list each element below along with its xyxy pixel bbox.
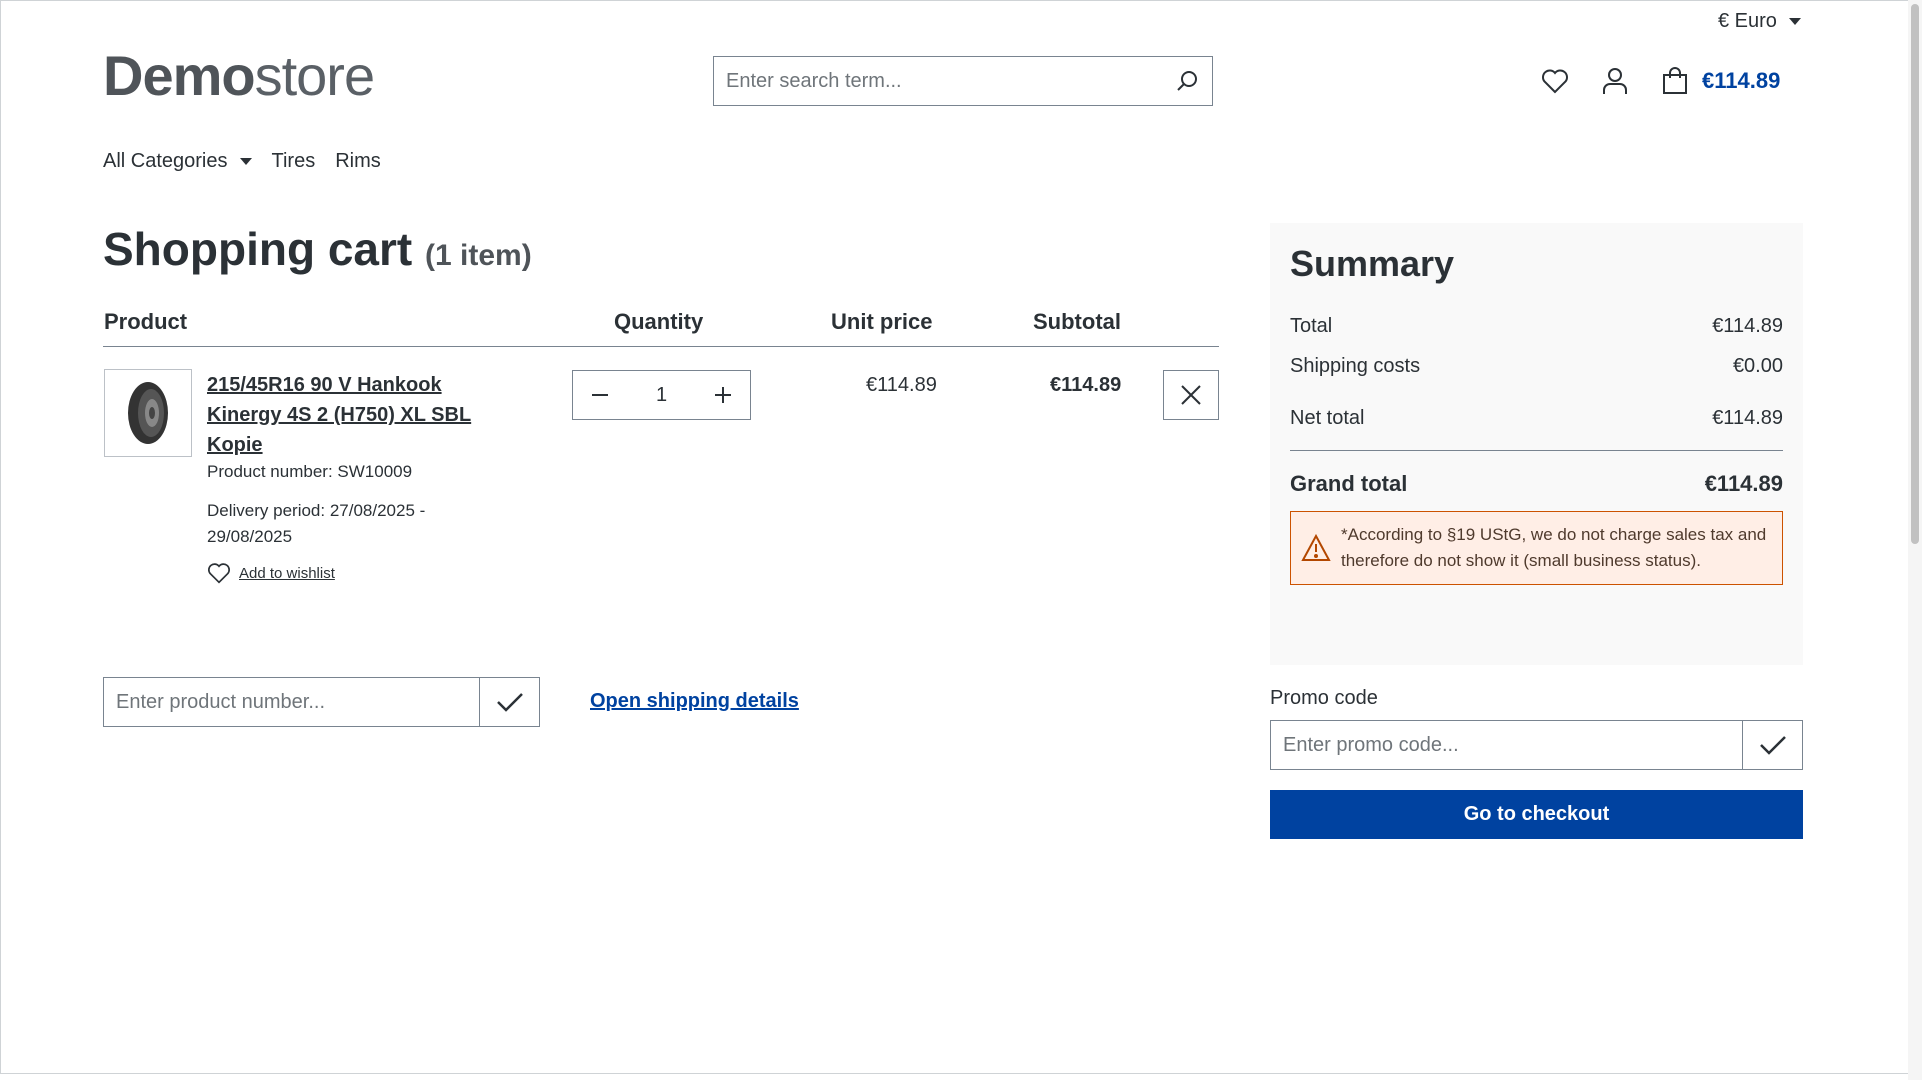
apply-promo-button[interactable] xyxy=(1742,721,1802,769)
cart-button[interactable] xyxy=(1660,66,1690,96)
promo-code-form xyxy=(1270,720,1803,770)
nav-all-categories[interactable]: All Categories xyxy=(103,150,252,173)
checkmark-icon xyxy=(1759,736,1786,755)
product-number: Product number: SW10009 xyxy=(207,462,413,481)
summary-shipping-row: Shipping costs €0.00 xyxy=(1290,355,1783,378)
summary-panel: Summary Total €114.89 Shipping costs €0.… xyxy=(1270,223,1803,665)
shopping-bag-icon xyxy=(1663,67,1687,94)
search-icon xyxy=(1177,71,1197,91)
search-box xyxy=(713,56,1213,106)
caret-down-icon xyxy=(239,158,252,165)
column-product: Product xyxy=(104,309,188,334)
product-number-input[interactable] xyxy=(104,678,479,726)
remove-item-button[interactable] xyxy=(1163,370,1219,420)
go-to-checkout-button[interactable]: Go to checkout xyxy=(1270,790,1803,839)
quantity-stepper xyxy=(572,370,751,420)
total-label: Total xyxy=(1290,315,1333,337)
summary-total-row: Total €114.89 xyxy=(1290,315,1783,338)
grand-total-value: €114.89 xyxy=(1704,471,1783,496)
heart-icon xyxy=(1542,69,1568,94)
tax-notice: *According to §19 UStG, we do not charge… xyxy=(1290,511,1783,585)
open-shipping-details-link[interactable]: Open shipping details xyxy=(590,690,799,713)
heart-icon xyxy=(208,563,230,584)
page-scrollbar[interactable] xyxy=(1908,0,1922,1080)
nav-rims[interactable]: Rims xyxy=(335,150,381,173)
summary-net-row: Net total €114.89 xyxy=(1290,407,1783,430)
summary-title: Summary xyxy=(1290,243,1455,284)
line-subtotal: €114.89 xyxy=(1050,374,1122,396)
product-image[interactable] xyxy=(104,369,192,457)
currency-label: € Euro xyxy=(1718,10,1777,32)
shipping-label: Shipping costs xyxy=(1290,355,1421,377)
quantity-input[interactable] xyxy=(627,371,696,419)
decrease-quantity-button[interactable] xyxy=(573,371,627,419)
user-icon xyxy=(1603,68,1627,94)
net-label: Net total xyxy=(1290,407,1365,429)
tire-icon xyxy=(128,382,168,444)
page-title: Shopping cart (1 item) xyxy=(103,222,532,276)
search-button[interactable] xyxy=(1162,57,1212,105)
column-subtotal: Subtotal xyxy=(1033,309,1121,334)
nav-label: All Categories xyxy=(103,150,228,172)
plus-icon xyxy=(715,387,731,403)
increase-quantity-button[interactable] xyxy=(696,371,750,419)
header-actions: €114.89 xyxy=(1540,66,1780,96)
warning-icon xyxy=(1291,534,1341,562)
account-button[interactable] xyxy=(1600,66,1630,96)
summary-grand-row: Grand total €114.89 xyxy=(1290,471,1783,497)
column-quantity: Quantity xyxy=(614,309,704,334)
cart-title: Shopping cart xyxy=(103,223,413,275)
wishlist-label: Add to wishlist xyxy=(239,564,335,582)
net-value: €114.89 xyxy=(1712,407,1783,429)
add-product-button[interactable] xyxy=(479,678,539,726)
column-unit-price: Unit price xyxy=(831,309,933,334)
cart-total[interactable]: €114.89 xyxy=(1702,68,1780,94)
caret-down-icon xyxy=(1788,18,1801,25)
unit-price: €114.89 xyxy=(866,374,937,396)
add-product-form xyxy=(103,677,540,727)
search-input[interactable] xyxy=(714,57,1162,105)
close-icon xyxy=(1181,385,1201,405)
total-value: €114.89 xyxy=(1712,315,1783,337)
shipping-value: €0.00 xyxy=(1732,355,1783,377)
checkmark-icon xyxy=(496,693,523,712)
summary-divider xyxy=(1290,450,1783,451)
logo-light: store xyxy=(254,44,375,107)
store-logo[interactable]: Demostore xyxy=(103,44,375,107)
table-divider xyxy=(103,346,1219,347)
nav-tires[interactable]: Tires xyxy=(272,150,316,173)
promo-code-input[interactable] xyxy=(1271,721,1742,769)
main-navigation: All Categories Tires Rims xyxy=(103,150,381,173)
promo-code-label: Promo code xyxy=(1270,687,1378,709)
grand-total-label: Grand total xyxy=(1290,471,1408,496)
wishlist-button[interactable] xyxy=(1540,66,1570,96)
cart-item-count: (1 item) xyxy=(425,239,532,272)
currency-selector[interactable]: € Euro xyxy=(1718,10,1801,33)
minus-icon xyxy=(592,394,608,396)
scrollbar-thumb[interactable] xyxy=(1911,4,1919,544)
product-name-link[interactable]: 215/45R16 90 V Hankook Kinergy 4S 2 (H75… xyxy=(207,370,507,460)
delivery-period: Delivery period: 27/08/2025 - 29/08/2025 xyxy=(207,501,426,546)
logo-bold: Demo xyxy=(103,44,256,107)
add-to-wishlist-link[interactable]: Add to wishlist xyxy=(207,562,335,584)
tax-notice-text: *According to §19 UStG, we do not charge… xyxy=(1341,525,1767,570)
